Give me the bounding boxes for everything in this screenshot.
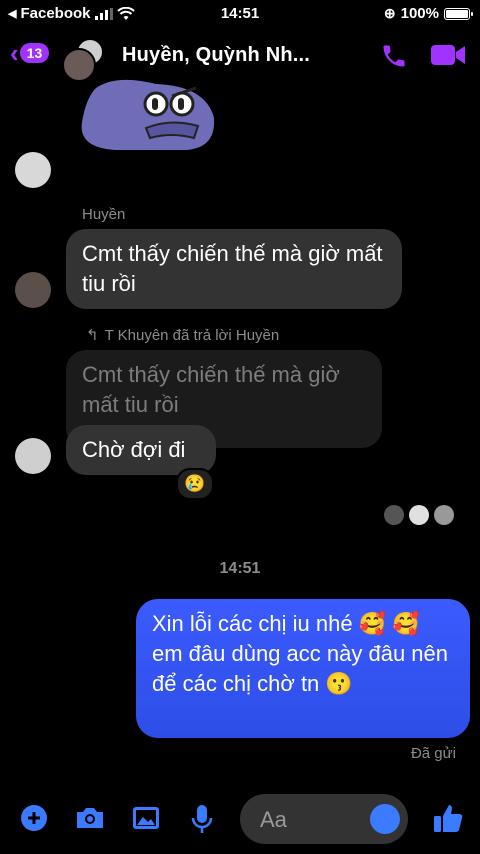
back-button[interactable]: ‹ 13	[10, 38, 50, 68]
reply-label-text: T Khuyên đã trả lời Huyền	[104, 326, 280, 344]
sticker-image[interactable]	[76, 78, 216, 152]
avatar-khuyen[interactable]	[15, 438, 51, 474]
battery-percent: 100%	[400, 5, 439, 22]
seen-avatar-1	[384, 505, 404, 525]
orientation-lock-icon: ⊕	[383, 5, 396, 21]
video-icon[interactable]	[430, 42, 466, 68]
phone-icon[interactable]	[380, 42, 408, 70]
chat-title[interactable]: Huyền, Quỳnh Nh...	[122, 44, 310, 67]
group-avatar[interactable]	[62, 38, 104, 82]
plus-icon[interactable]	[20, 804, 48, 832]
reply-arrow-icon: ↰	[86, 327, 99, 344]
sent-status: Đã gửi	[410, 745, 456, 762]
reply-label: ↰ T Khuyên đã trả lời Huyền	[86, 326, 280, 345]
seen-avatar-3	[434, 505, 454, 525]
camera-icon[interactable]	[74, 804, 106, 832]
sender-name: Huyền	[82, 206, 126, 223]
avatar-member-2	[62, 48, 96, 82]
battery-icon	[444, 7, 473, 20]
image-icon[interactable]	[131, 804, 161, 832]
message-input[interactable]: Aa	[240, 794, 408, 844]
timestamp: 14:51	[219, 560, 261, 577]
status-bar: ◀ Facebook 14:51 ⊕ 100%	[0, 0, 480, 26]
seen-avatar-2	[409, 505, 429, 525]
back-chevron-icon: ‹	[10, 38, 19, 68]
avatar-huyen-1[interactable]	[15, 152, 51, 188]
microphone-icon[interactable]	[190, 804, 214, 834]
avatar-huyen-2[interactable]	[15, 272, 51, 308]
message-placeholder: Aa	[260, 807, 287, 832]
message-bubble[interactable]: Cmt thấy chiến thế mà giờ mất tiu rồi	[66, 229, 402, 309]
thumbs-up-icon[interactable]	[432, 802, 464, 834]
reaction-badge[interactable]: 😢	[176, 468, 214, 500]
chat-header: ‹ 13 Huyền, Quỳnh Nh...	[0, 30, 480, 82]
unread-badge: 13	[19, 43, 50, 63]
my-message-bubble[interactable]: Xin lỗi các chị iu nhé 🥰 🥰 em đâu dùng a…	[136, 599, 470, 738]
emoji-icon[interactable]	[370, 804, 400, 834]
composer-bar: Aa	[0, 790, 480, 850]
